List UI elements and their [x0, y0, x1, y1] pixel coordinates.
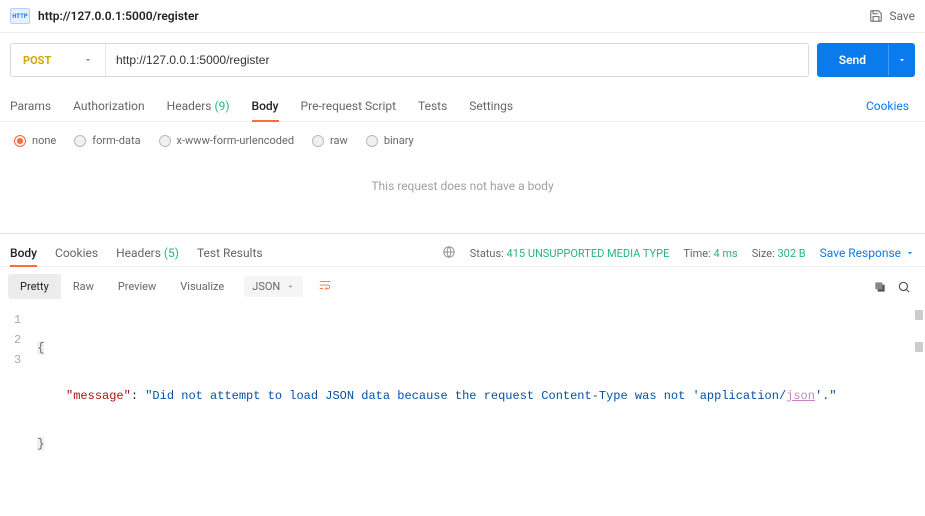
search-icon[interactable] [897, 280, 911, 294]
globe-icon[interactable] [442, 245, 456, 262]
response-meta: Status: 415 UNSUPPORTED MEDIA TYPE Time:… [442, 245, 915, 262]
chevron-down-icon [897, 55, 907, 65]
resp-tab-test-results[interactable]: Test Results [197, 240, 263, 266]
view-mode-group: Pretty Raw Preview Visualize [8, 274, 236, 299]
radio-dot-icon [159, 135, 171, 147]
time-value: 4 ms [713, 247, 737, 260]
radio-raw[interactable]: raw [312, 134, 348, 147]
view-visualize[interactable]: Visualize [168, 274, 236, 299]
tab-settings[interactable]: Settings [469, 91, 513, 121]
scroll-marker [915, 342, 923, 352]
radio-none[interactable]: none [14, 134, 56, 147]
tab-headers[interactable]: Headers (9) [167, 91, 230, 121]
request-tabs: Params Authorization Headers (9) Body Pr… [0, 87, 925, 122]
wrap-lines-button[interactable] [311, 273, 339, 300]
chevron-down-icon [286, 282, 295, 291]
save-response-button[interactable]: Save Response [820, 246, 915, 260]
send-button[interactable]: Send [817, 43, 915, 77]
line-gutter: 1 2 3 [0, 306, 31, 486]
response-tabs: Body Cookies Headers (5) Test Results St… [0, 234, 925, 267]
radio-form-data[interactable]: form-data [74, 134, 140, 147]
request-title: http://127.0.0.1:5000/register [38, 9, 861, 23]
radio-binary[interactable]: binary [366, 134, 414, 147]
response-body-editor[interactable]: 1 2 3 { "message": "Did not attempt to l… [0, 306, 925, 516]
tab-tests[interactable]: Tests [418, 91, 447, 121]
send-label: Send [817, 43, 888, 77]
body-type-radios: none form-data x-www-form-urlencoded raw… [0, 122, 925, 159]
response-view-toolbar: Pretty Raw Preview Visualize JSON [0, 267, 925, 306]
status-value: 415 UNSUPPORTED MEDIA TYPE [507, 247, 670, 260]
http-badge-icon: HTTP [10, 8, 30, 24]
no-body-message: This request does not have a body [0, 159, 925, 233]
url-input[interactable] [106, 44, 808, 76]
response-code: { "message": "Did not attempt to load JS… [31, 306, 842, 486]
method-value: POST [23, 54, 51, 67]
save-icon [869, 9, 883, 23]
save-button[interactable]: Save [869, 9, 915, 23]
resp-tab-cookies[interactable]: Cookies [55, 240, 98, 266]
chevron-down-icon [83, 55, 93, 65]
format-select[interactable]: JSON [244, 276, 303, 297]
cookies-link[interactable]: Cookies [866, 99, 915, 113]
scroll-marker [915, 310, 923, 320]
copy-icon[interactable] [873, 280, 887, 294]
tab-body[interactable]: Body [252, 91, 279, 121]
method-select[interactable]: POST [11, 44, 106, 76]
request-row: POST Send [0, 33, 925, 87]
radio-urlencoded[interactable]: x-www-form-urlencoded [159, 134, 295, 147]
radio-dot-icon [14, 135, 26, 147]
resp-tab-headers[interactable]: Headers (5) [116, 240, 179, 266]
size-value: 302 B [778, 247, 806, 260]
view-preview[interactable]: Preview [106, 274, 168, 299]
method-url-group: POST [10, 43, 809, 77]
radio-dot-icon [366, 135, 378, 147]
tab-authorization[interactable]: Authorization [73, 91, 145, 121]
send-dropdown[interactable] [888, 45, 915, 75]
save-label: Save [889, 9, 915, 23]
chevron-down-icon [905, 248, 915, 258]
radio-dot-icon [74, 135, 86, 147]
request-tab-header: HTTP http://127.0.0.1:5000/register Save [0, 0, 925, 33]
view-pretty[interactable]: Pretty [8, 274, 61, 299]
radio-dot-icon [312, 135, 324, 147]
tab-prerequest[interactable]: Pre-request Script [301, 91, 396, 121]
response-panel: Body Cookies Headers (5) Test Results St… [0, 233, 925, 516]
view-raw[interactable]: Raw [61, 274, 106, 299]
resp-tab-body[interactable]: Body [10, 240, 37, 266]
tab-params[interactable]: Params [10, 91, 51, 121]
wrap-icon [318, 278, 332, 292]
